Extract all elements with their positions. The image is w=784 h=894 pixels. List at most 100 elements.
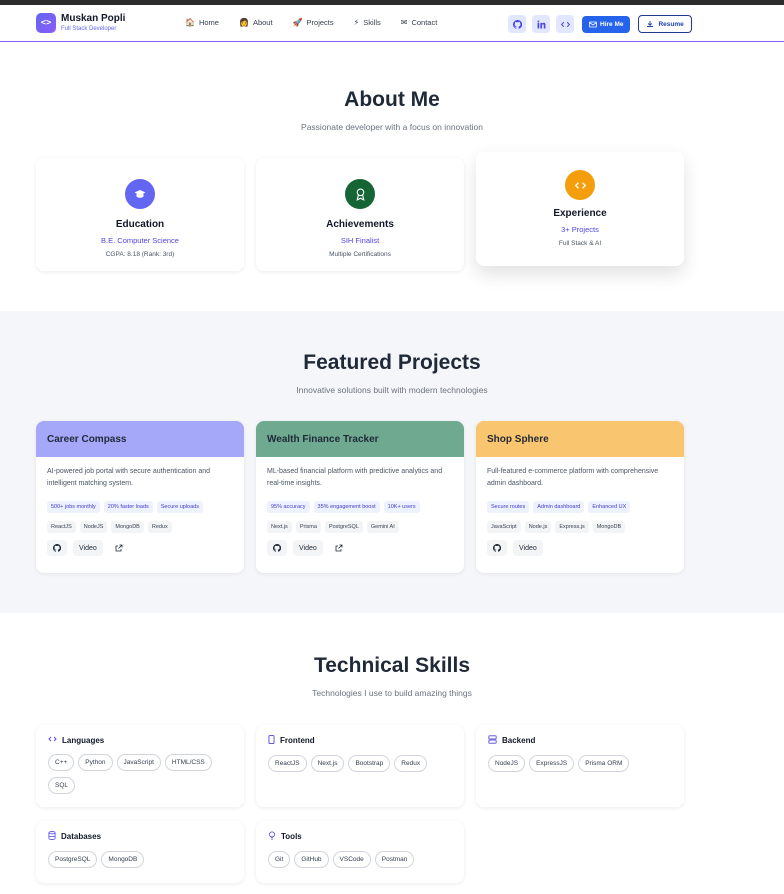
video-button[interactable]: Video bbox=[73, 540, 103, 556]
resume-button[interactable]: Resume bbox=[638, 15, 692, 33]
external-link-icon bbox=[115, 544, 123, 552]
skill-group-languages: Languages C++ Python JavaScript HTML/CSS… bbox=[36, 725, 244, 807]
linkedin-button[interactable] bbox=[532, 15, 550, 33]
project-card-shop-sphere: Shop Sphere Full-featured e-commerce pla… bbox=[476, 421, 684, 573]
about-card-highlight: SIH Finalist bbox=[340, 236, 380, 245]
project-title: Wealth Finance Tracker bbox=[256, 421, 464, 457]
nav-item-contact[interactable]: ✉ Contact bbox=[401, 18, 438, 27]
skill-chip: Bootstrap bbox=[348, 755, 391, 772]
nav-item-home[interactable]: 🏠 Home bbox=[185, 18, 219, 27]
metric-chip: Secure uploads bbox=[156, 501, 203, 513]
github-icon bbox=[273, 544, 281, 552]
skill-group-title: Databases bbox=[61, 832, 102, 841]
skills-section: Technical Skills Technologies I use to b… bbox=[0, 613, 784, 894]
nav-item-label: Projects bbox=[306, 18, 334, 27]
about-card-title: Experience bbox=[553, 208, 607, 219]
nav-item-projects[interactable]: 🚀 Projects bbox=[293, 18, 334, 27]
house-icon: 🏠 bbox=[185, 18, 195, 27]
projects-subtitle: Innovative solutions built with modern t… bbox=[296, 385, 488, 395]
skill-chip: C++ bbox=[48, 754, 75, 771]
skill-group-title: Languages bbox=[62, 735, 105, 745]
tech-chip: MongoDB bbox=[592, 521, 626, 533]
lightning-icon: ⚡ bbox=[353, 18, 360, 27]
about-card-title: Education bbox=[115, 219, 165, 230]
metric-chip: 10K+ users bbox=[383, 501, 420, 513]
tech-chip: Redux bbox=[147, 521, 172, 533]
tech-chip: ReactJS bbox=[47, 521, 76, 533]
person-icon: 👩 bbox=[238, 18, 249, 27]
skill-chip: Next.js bbox=[310, 755, 345, 772]
brand-subtitle: Full Stack Developer bbox=[61, 26, 117, 32]
brand[interactable]: Muskan Popli Full Stack Developer bbox=[61, 13, 126, 33]
skill-chip: Redux bbox=[394, 755, 428, 772]
skill-chips: Git GitHub VSCode Postman bbox=[268, 851, 452, 874]
project-description: ML-based financial platform with predict… bbox=[267, 468, 443, 487]
navbar: <> Muskan Popli Full Stack Developer 🏠 Ho… bbox=[0, 5, 784, 42]
mobile-icon bbox=[268, 735, 275, 746]
skill-chips: PostgreSQL MongoDB bbox=[48, 851, 232, 874]
video-button[interactable]: Video bbox=[513, 540, 543, 556]
about-card-experience: Experience 3+ Projects Full Stack & AI bbox=[476, 152, 684, 266]
about-card-title: Achievements bbox=[326, 219, 394, 230]
project-title: Career Compass bbox=[36, 421, 244, 457]
project-description: Full-featured e-commerce platform with c… bbox=[487, 468, 659, 487]
github-button[interactable] bbox=[508, 15, 526, 33]
nav-item-label: About bbox=[252, 18, 273, 27]
lightbulb-icon bbox=[268, 831, 276, 842]
external-link-button[interactable] bbox=[109, 540, 129, 556]
hire-me-label: Hire Me bbox=[600, 20, 624, 28]
skill-chips: NodeJS ExpressJS Prisma ORM bbox=[488, 755, 672, 778]
skill-chip: SQL bbox=[48, 777, 76, 794]
project-card-wealth-finance-tracker: Wealth Finance Tracker ML-based financia… bbox=[256, 421, 464, 573]
project-actions: Video bbox=[36, 540, 244, 556]
logo-code-icon[interactable]: <> bbox=[36, 13, 56, 33]
about-card-detail: Multiple Certifications bbox=[329, 251, 391, 258]
external-link-button[interactable] bbox=[329, 540, 349, 556]
skill-group-frontend: Frontend ReactJS Next.js Bootstrap Redux bbox=[256, 725, 464, 807]
server-icon bbox=[488, 735, 497, 746]
github-button[interactable] bbox=[47, 540, 67, 556]
skills-title: Technical Skills bbox=[313, 654, 470, 677]
code-button[interactable] bbox=[556, 15, 574, 33]
code-icon bbox=[565, 170, 595, 200]
metric-chip: Secure routes bbox=[487, 501, 530, 513]
code-icon bbox=[560, 21, 570, 27]
tech-chip: Prisma bbox=[295, 521, 321, 533]
skill-chips: ReactJS Next.js Bootstrap Redux bbox=[268, 755, 452, 778]
graduation-cap-icon bbox=[125, 179, 155, 209]
skill-chip: NodeJS bbox=[488, 755, 526, 772]
tech-chip: Express.js bbox=[555, 521, 589, 533]
tech-chip: Next.js bbox=[267, 521, 292, 533]
skill-chip: Postman bbox=[374, 851, 415, 868]
brand-name: Muskan Popli bbox=[61, 13, 126, 24]
hire-me-button[interactable]: Hire Me bbox=[582, 15, 631, 33]
project-description: AI-powered job portal with secure authen… bbox=[47, 468, 211, 487]
tech-chip: NodeJS bbox=[79, 521, 108, 533]
nav-item-skills[interactable]: ⚡ Skills bbox=[354, 18, 381, 27]
project-card-career-compass: Career Compass AI-powered job portal wit… bbox=[36, 421, 244, 573]
project-actions: Video bbox=[476, 540, 684, 556]
project-actions: Video bbox=[256, 540, 464, 556]
github-button[interactable] bbox=[267, 540, 287, 556]
about-card-education: Education B.E. Computer Science CGPA: 8.… bbox=[36, 158, 244, 271]
video-button[interactable]: Video bbox=[293, 540, 323, 556]
skill-chip: JavaScript bbox=[116, 754, 161, 771]
nav-item-label: Home bbox=[198, 18, 219, 27]
metric-chip: 20% faster loads bbox=[103, 501, 153, 513]
skill-chips: C++ Python JavaScript HTML/CSS SQL bbox=[48, 754, 232, 800]
metric-chip: 35% engagement boost bbox=[313, 501, 380, 513]
project-tech: ReactJS NodeJS MongoDB Redux bbox=[36, 521, 244, 541]
project-title: Shop Sphere bbox=[476, 421, 684, 457]
project-tech: JavaScript Node.js Express.js MongoDB bbox=[476, 521, 684, 541]
github-button[interactable] bbox=[487, 540, 507, 556]
skill-chip: Git bbox=[268, 851, 291, 868]
skill-chip: PostgreSQL bbox=[48, 851, 98, 868]
about-cards: Education B.E. Computer Science CGPA: 8.… bbox=[36, 152, 684, 271]
award-icon bbox=[345, 179, 375, 209]
skill-chip: VSCode bbox=[332, 851, 371, 868]
skill-chip: HTML/CSS bbox=[164, 754, 212, 771]
nav-item-label: Skills bbox=[363, 18, 381, 27]
nav-item-about[interactable]: 👩 About bbox=[239, 18, 273, 27]
project-metrics: 500+ jobs monthly 20% faster loads Secur… bbox=[36, 499, 244, 521]
project-metrics: Secure routes Admin dashboard Enhanced U… bbox=[476, 499, 684, 521]
